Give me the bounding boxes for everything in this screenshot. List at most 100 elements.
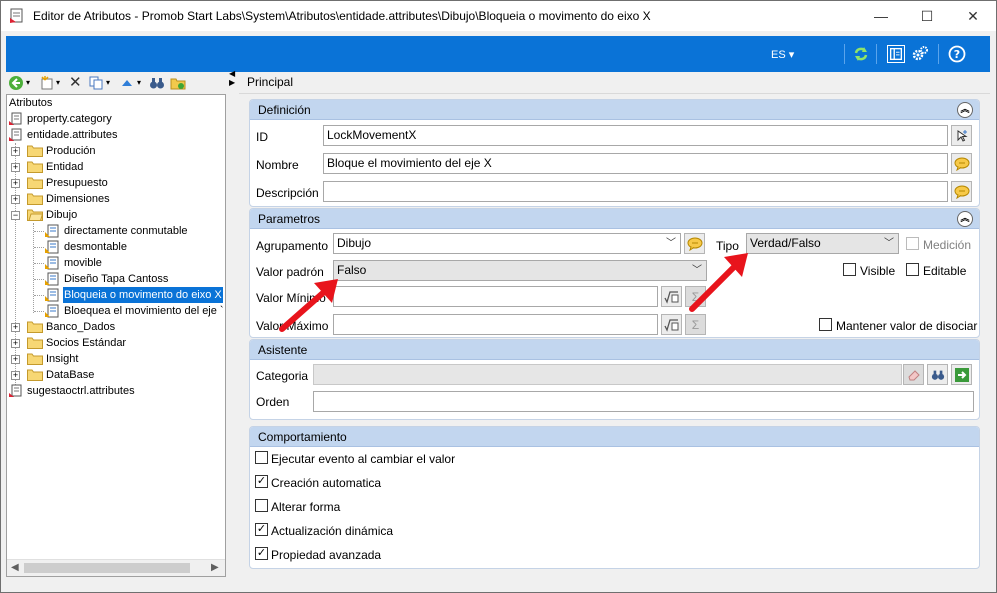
tree-horizontal-scrollbar[interactable]: ◀ ▶	[7, 559, 225, 576]
tree-item-bloequea-movimiento-eje[interactable]: Bloequea el movimiento del eje `	[7, 303, 225, 319]
valor-maximo-sum-button[interactable]: Σ	[685, 314, 706, 335]
language-selector[interactable]: ES ▾	[771, 48, 794, 61]
group-title: Definición	[258, 103, 311, 117]
move-up-icon[interactable]	[119, 75, 135, 91]
attribute-file-icon	[9, 128, 22, 141]
valor-minimo-formula-button[interactable]	[661, 286, 682, 307]
comportamiento-checkbox[interactable]	[255, 499, 268, 512]
tree-item-entidade-attributes[interactable]: entidade.attributes	[7, 127, 225, 143]
medicion-checkbox[interactable]	[906, 237, 919, 250]
categoria-search-button[interactable]	[927, 364, 948, 385]
tree-toolbar: ▾ ▾ ✕ ▾ ▾	[6, 72, 226, 94]
tree-item-label: entidade.attributes	[27, 129, 118, 141]
expand-icon[interactable]: +	[11, 195, 20, 204]
orden-field[interactable]	[313, 391, 974, 412]
tab-principal[interactable]: Principal	[247, 75, 293, 89]
comportamiento-checkbox[interactable]	[255, 451, 268, 464]
attribute-icon	[45, 288, 59, 302]
valor-minimo-field[interactable]	[333, 286, 658, 307]
comportamiento-checkbox[interactable]: ✓	[255, 523, 268, 536]
speech-bubble-icon	[954, 157, 969, 171]
back-icon[interactable]	[8, 75, 24, 91]
copy-icon[interactable]	[88, 75, 104, 91]
layout-icon[interactable]	[887, 45, 905, 63]
categoria-field[interactable]	[313, 364, 902, 385]
minimize-button[interactable]: —	[858, 1, 904, 31]
tipo-select[interactable]: Verdad/Falso ﹀	[746, 233, 899, 254]
gear-icon[interactable]	[911, 45, 929, 63]
visible-checkbox[interactable]	[843, 263, 856, 276]
scrollbar-thumb[interactable]	[24, 563, 190, 573]
copy-dropdown-icon[interactable]: ▾	[106, 78, 110, 94]
tree-item-label: property.category	[27, 113, 112, 125]
delete-icon[interactable]: ✕	[69, 73, 82, 91]
expand-icon[interactable]: +	[11, 323, 20, 332]
tree-item-label: sugestaoctrl.attributes	[27, 385, 135, 397]
agrupamento-select[interactable]: Dibujo ﹀	[333, 233, 681, 254]
tree-item-dimensiones[interactable]: + Dimensiones	[7, 191, 225, 207]
tree-item-sugestaoctrl-attributes[interactable]: sugestaoctrl.attributes	[7, 383, 225, 399]
new-item-icon[interactable]	[39, 75, 55, 91]
id-picker-button[interactable]	[951, 125, 972, 146]
valor-padron-select[interactable]: Falso ﹀	[333, 260, 707, 281]
tree-item-label: Socios Estándar	[46, 337, 127, 349]
new-dropdown-icon[interactable]: ▾	[56, 78, 60, 94]
collapse-icon[interactable]: ︽	[957, 211, 973, 227]
descripcion-translate-button[interactable]	[951, 181, 972, 202]
tree-item-dibujo[interactable]: − Dibujo	[7, 207, 225, 223]
maximize-button[interactable]: ☐	[904, 1, 950, 31]
tree-item-bloqueia-movimento-eixo-x[interactable]: Bloqueia o movimento do eixo X	[7, 287, 225, 303]
speech-bubble-icon	[954, 185, 969, 199]
folder-icon	[27, 193, 43, 205]
comportamiento-checkbox[interactable]: ✓	[255, 475, 268, 488]
expand-icon[interactable]: +	[11, 147, 20, 156]
valor-maximo-formula-button[interactable]	[661, 314, 682, 335]
splitter-toggle[interactable]: ◀ ▶	[229, 69, 239, 87]
categoria-go-button[interactable]	[951, 364, 972, 385]
nombre-field[interactable]: Bloque el movimiento del eje X	[323, 153, 948, 174]
tree-item-directamente-conmutable[interactable]: directamente conmutable	[7, 223, 225, 239]
back-dropdown-icon[interactable]: ▾	[26, 78, 30, 94]
tree-item-label: Atributos	[9, 97, 53, 109]
tree-item-label: DataBase	[46, 369, 95, 381]
categoria-clear-button[interactable]	[903, 364, 924, 385]
orden-label: Orden	[256, 395, 290, 409]
tipo-value: Verdad/Falso	[750, 236, 821, 250]
tree-item-movible[interactable]: movible	[7, 255, 225, 271]
scroll-right-icon[interactable]: ▶	[211, 562, 219, 573]
tree-item-presupuesto[interactable]: + Presupuesto	[7, 175, 225, 191]
descripcion-field[interactable]	[323, 181, 948, 202]
editable-checkbox[interactable]	[906, 263, 919, 276]
tree-item-producion[interactable]: + Produción	[7, 143, 225, 159]
move-dropdown-icon[interactable]: ▾	[137, 78, 141, 94]
valor-maximo-field[interactable]	[333, 314, 658, 335]
find-icon[interactable]	[149, 75, 165, 91]
tree-item-socios-estandar[interactable]: + Socios Estándar	[7, 335, 225, 351]
expand-icon[interactable]: +	[11, 179, 20, 188]
tree-item-diseno-tapa-cantoss[interactable]: Diseño Tapa Cantoss	[7, 271, 225, 287]
tree-item-insight[interactable]: + Insight	[7, 351, 225, 367]
help-icon[interactable]: ?	[948, 45, 966, 63]
scroll-left-icon[interactable]: ◀	[11, 562, 19, 573]
group-title: Comportamiento	[258, 430, 347, 444]
tree-item-desmontable[interactable]: desmontable	[7, 239, 225, 255]
refresh-icon[interactable]	[852, 45, 870, 63]
comportamiento-checkbox[interactable]: ✓	[255, 547, 268, 560]
folder-refresh-icon[interactable]	[170, 75, 186, 91]
collapse-icon[interactable]: ︽	[957, 102, 973, 118]
expand-icon[interactable]: +	[11, 163, 20, 172]
tree-item-database[interactable]: + DataBase	[7, 367, 225, 383]
tree-item-property-category[interactable]: property.category	[7, 111, 225, 127]
expand-icon[interactable]: +	[11, 339, 20, 348]
mantener-valor-checkbox[interactable]	[819, 318, 832, 331]
tree-item-banco-dados[interactable]: + Banco_Dados	[7, 319, 225, 335]
comportamiento-option-label: Propiedad avanzada	[271, 548, 382, 562]
nombre-translate-button[interactable]	[951, 153, 972, 174]
close-button[interactable]: ✕	[950, 1, 996, 31]
expand-icon[interactable]: +	[11, 355, 20, 364]
collapse-icon[interactable]: −	[11, 211, 20, 220]
tree-item-atributos[interactable]: Atributos	[7, 95, 225, 111]
expand-icon[interactable]: +	[11, 371, 20, 380]
tree-item-entidad[interactable]: + Entidad	[7, 159, 225, 175]
id-field[interactable]: LockMovementX	[323, 125, 948, 146]
